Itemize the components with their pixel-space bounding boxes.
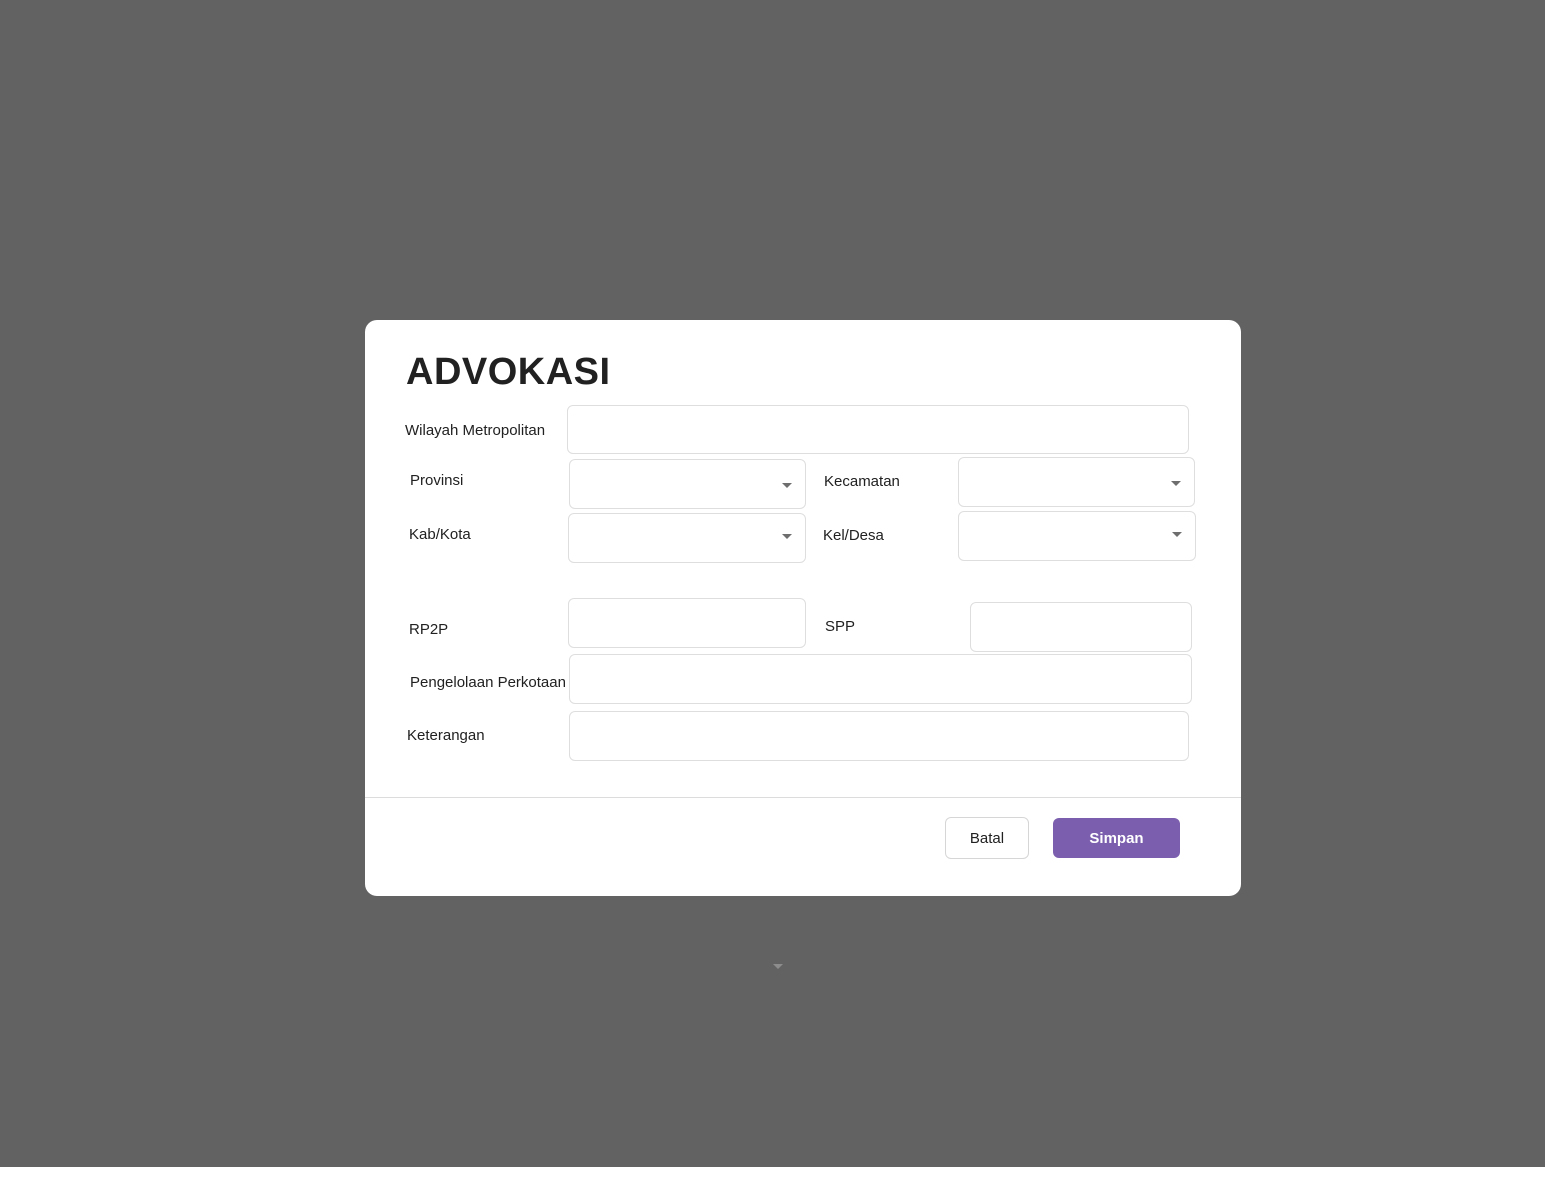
pengelolaan-perkotaan-label: Pengelolaan Perkotaan bbox=[410, 674, 566, 691]
chevron-down-icon bbox=[782, 534, 792, 539]
chevron-down-icon bbox=[773, 964, 783, 969]
rp2p-label: RP2P bbox=[409, 621, 449, 638]
kecamatan-select[interactable] bbox=[958, 457, 1195, 507]
footer-divider bbox=[365, 797, 1241, 798]
kel-desa-select[interactable] bbox=[958, 511, 1196, 561]
cancel-button[interactable]: Batal bbox=[945, 817, 1029, 859]
spp-label: SPP bbox=[825, 618, 856, 635]
kab-kota-label: Kab/Kota bbox=[409, 526, 471, 543]
kab-kota-select[interactable] bbox=[568, 513, 806, 563]
rp2p-input[interactable] bbox=[568, 598, 806, 648]
kel-desa-label: Kel/Desa bbox=[823, 527, 884, 544]
save-button[interactable]: Simpan bbox=[1053, 818, 1180, 858]
wilayah-metropolitan-label: Wilayah Metropolitan bbox=[405, 422, 546, 439]
chevron-down-icon bbox=[782, 483, 792, 488]
spp-input[interactable] bbox=[970, 602, 1192, 652]
provinsi-select[interactable] bbox=[569, 459, 806, 509]
chevron-down-icon bbox=[1171, 481, 1181, 486]
provinsi-label: Provinsi bbox=[410, 472, 464, 489]
pengelolaan-perkotaan-input[interactable] bbox=[569, 654, 1192, 704]
keterangan-label: Keterangan bbox=[407, 727, 485, 744]
kecamatan-label: Kecamatan bbox=[824, 473, 900, 490]
dialog-title: ADVOKASI bbox=[406, 351, 611, 393]
wilayah-metropolitan-input[interactable] bbox=[567, 405, 1189, 454]
keterangan-input[interactable] bbox=[569, 711, 1189, 761]
chevron-down-icon bbox=[1172, 532, 1182, 537]
advokasi-dialog: ADVOKASI Wilayah Metropolitan Provinsi K… bbox=[365, 320, 1241, 896]
